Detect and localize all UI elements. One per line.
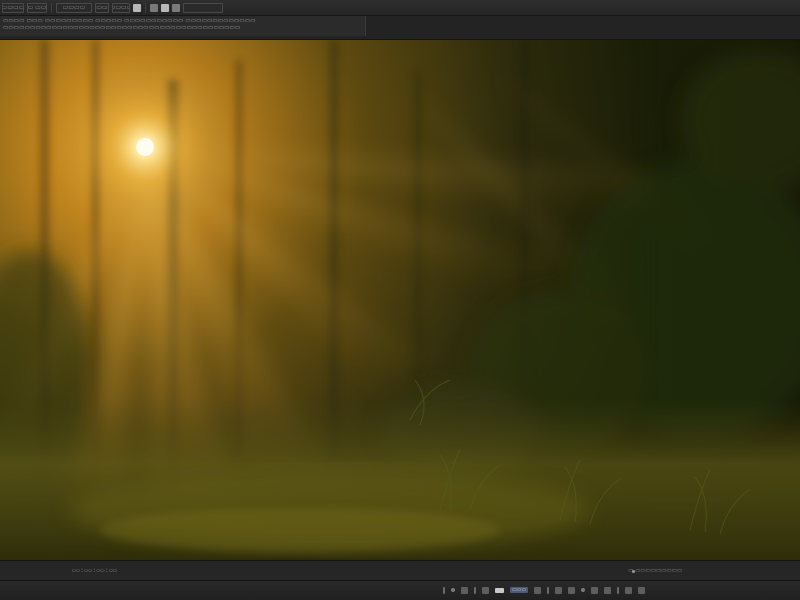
step-back-icon[interactable] xyxy=(461,586,468,594)
timeline-bar[interactable]: ▭▭:▭▭:▭▭:▭▭ ▭ ▭▭▭▭▭▭▭▭▭ xyxy=(0,560,800,580)
menu-file-button[interactable]: ▭▭▭▭ xyxy=(2,2,24,13)
zoom-dropdown[interactable] xyxy=(183,2,223,13)
transport-bar: ▭▭▭ xyxy=(0,580,800,600)
divider-icon xyxy=(474,586,476,594)
divider-icon xyxy=(547,586,550,594)
step-forward-icon[interactable] xyxy=(534,586,542,594)
menu-edit-button[interactable]: ▭ ▭▭ xyxy=(27,2,47,13)
menu-view-button[interactable]: ▭▭▭▭ xyxy=(56,2,92,13)
metadata-line-2: ▭▭▭▭▭▭▭▭▭▭▭▭▭▭▭▭▭▭▭▭▭▭▭▭▭▭▭▭▭▭▭▭▭▭▭▭▭▭▭▭… xyxy=(3,25,241,31)
playback-speed-field[interactable]: ▭▭▭ xyxy=(510,587,529,593)
go-to-start-icon[interactable] xyxy=(443,586,445,594)
timecode-readout: ▭▭:▭▭:▭▭:▭▭ xyxy=(72,567,118,574)
menu-mark-button[interactable]: ▭▭ xyxy=(95,2,109,13)
timeline-label: ▭ ▭▭▭▭▭▭▭▭▭ xyxy=(628,568,682,574)
mark-in-icon[interactable] xyxy=(451,588,455,592)
image-viewer-app: ▭▭▭▭ ▭ ▭▭ ▭▭▭▭ ▭▭ ▭▭ ▭▭ ▭▭ ▭▭ ▭ ▭▭ ▭▭▭▭▭▭▭ ▭… xyxy=(0,0,800,600)
menu-zoom-button[interactable]: ▭▭▭▭ xyxy=(112,2,130,13)
info-header: ▭▭▭▭ ▭▭▭ ▭▭▭▭▭▭▭▭▭ ▭▭▭▭▭ ▭▭▭▭▭▭▭▭▭▭▭ ▭▭▭… xyxy=(0,16,800,40)
toolbar-divider xyxy=(145,2,146,13)
transport-controls: ▭▭▭ xyxy=(440,584,648,596)
image-canvas[interactable] xyxy=(0,40,800,560)
metadata-line-1: ▭▭▭▭ ▭▭▭ ▭▭▭▭▭▭▭▭▭ ▭▭▭▭▭ ▭▭▭▭▭▭▭▭▭▭▭ ▭▭▭… xyxy=(3,18,256,24)
more-icon[interactable] xyxy=(638,586,646,594)
grid-icon[interactable] xyxy=(150,3,158,12)
forest-image xyxy=(0,40,800,560)
loop-toggle-icon[interactable] xyxy=(495,587,504,593)
metadata-panel: ▭▭▭▭ ▭▭▭ ▭▭▭▭▭▭▭▭▭ ▭▭▭▭▭ ▭▭▭▭▭▭▭▭▭▭▭ ▭▭▭… xyxy=(0,16,366,36)
top-toolbar: ▭▭▭▭ ▭ ▭▭ ▭▭▭▭ ▭▭ ▭▭▭▭ xyxy=(0,0,800,16)
export-icon[interactable] xyxy=(625,586,633,594)
fullscreen-icon[interactable] xyxy=(568,586,576,594)
volume-icon[interactable] xyxy=(555,586,563,594)
toolbar-divider xyxy=(51,2,52,13)
guides-icon[interactable] xyxy=(591,586,599,594)
divider-icon xyxy=(617,586,620,594)
color-icon[interactable] xyxy=(604,586,612,594)
settings-icon[interactable] xyxy=(172,3,180,12)
overlay-icon[interactable] xyxy=(581,588,586,592)
play-icon[interactable] xyxy=(482,586,489,594)
compare-icon[interactable] xyxy=(161,3,169,12)
bookmark-icon[interactable] xyxy=(133,3,141,12)
